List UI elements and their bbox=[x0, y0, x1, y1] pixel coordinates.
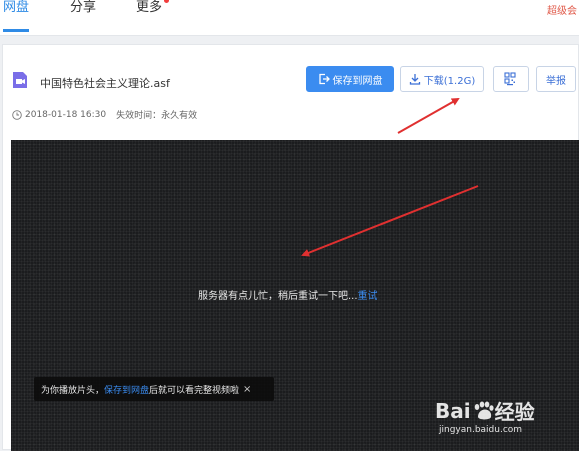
retry-link[interactable]: 重试 bbox=[358, 291, 378, 302]
file-name: 中国特色社会主义理论.asf bbox=[40, 77, 170, 90]
save-to-netdisk-button[interactable]: 保存到网盘 bbox=[306, 66, 394, 92]
toast-close-icon[interactable]: × bbox=[243, 384, 251, 395]
file-card: 中国特色社会主义理论.asf 2018-01-18 16:30 失效时间：永久有… bbox=[2, 44, 579, 451]
vip-link[interactable]: 超级会 bbox=[547, 2, 577, 17]
clock-icon bbox=[12, 109, 22, 120]
top-nav: 网盘 分享 更多 超级会 bbox=[0, 0, 579, 36]
tab-more[interactable]: 更多 bbox=[136, 0, 162, 32]
preview-toast: 为你播放片头， 保存到网盘 后就可以看完整视频啦 × bbox=[34, 377, 274, 401]
expiry-time: 失效时间：永久有效 bbox=[116, 111, 198, 121]
save-icon bbox=[318, 73, 330, 85]
download-icon bbox=[409, 74, 420, 85]
tab-share[interactable]: 分享 bbox=[70, 0, 96, 32]
paw-logo-icon bbox=[474, 401, 494, 419]
qrcode-button[interactable] bbox=[493, 66, 529, 92]
baidu-jingyan-watermark: Bai 经验 jingyan.baidu.com bbox=[435, 398, 535, 436]
qrcode-icon bbox=[503, 72, 516, 86]
file-meta: 2018-01-18 16:30 失效时间：永久有效 bbox=[12, 108, 197, 121]
tab-netdisk[interactable]: 网盘 bbox=[3, 0, 30, 32]
video-file-icon bbox=[13, 72, 27, 88]
server-busy-message: 服务器有点儿忙，稍后重试一下吧...重试 bbox=[198, 291, 378, 302]
report-button[interactable]: 举报 bbox=[536, 66, 576, 92]
download-button[interactable]: 下载(1.2G) bbox=[400, 66, 484, 92]
upload-date: 2018-01-18 16:30 bbox=[25, 109, 107, 120]
toast-save-link[interactable]: 保存到网盘 bbox=[104, 383, 149, 396]
notification-dot bbox=[164, 0, 169, 3]
